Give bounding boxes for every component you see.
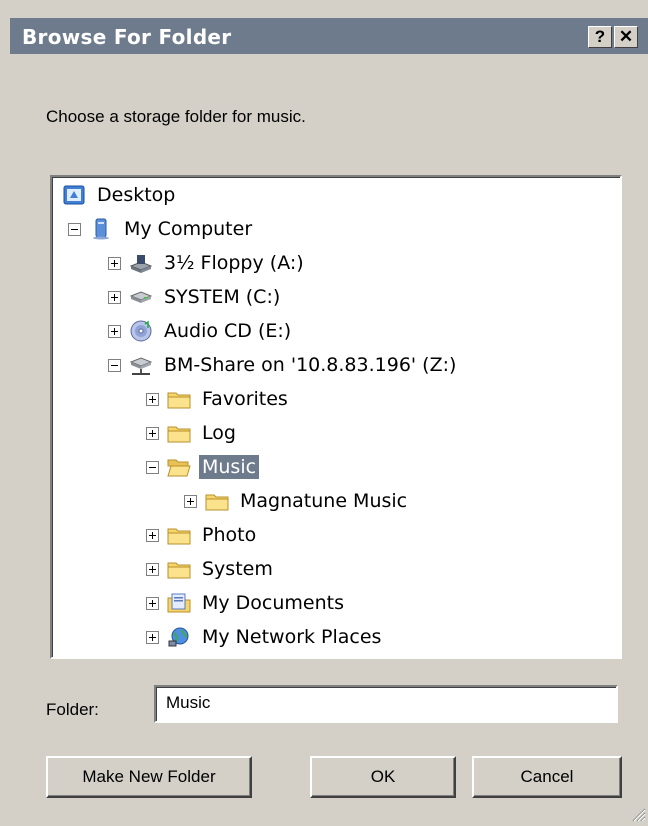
tree-item-desktop[interactable]: Desktop [62,181,178,209]
tree-item-system-drive[interactable]: SYSTEM (C:) [108,283,283,311]
folder-icon [167,388,191,410]
expand-toggle[interactable] [108,256,121,270]
tree-item-log[interactable]: Log [146,419,239,447]
floppy-drive-icon [129,252,153,274]
tree-item-photo[interactable]: Photo [146,521,259,549]
tree-item-label: My Documents [202,592,345,614]
tree-item-label: Music [199,455,260,479]
hard-drive-icon [129,286,153,308]
tree-item-label: Audio CD (E:) [164,320,292,342]
tree-item-label: My Computer [124,218,253,240]
expand-toggle[interactable] [108,290,121,304]
tree-item-label: Desktop [97,184,176,206]
tree-item-network-share[interactable]: BM-Share on '10.8.83.196' (Z:) [108,351,459,379]
tree-item-label: 3½ Floppy (A:) [164,252,304,274]
tree-item-label: Photo [202,524,257,546]
folder-tree[interactable]: Desktop My Computer 3½ Floppy (A:) SYSTE… [50,175,622,659]
tree-item-my-network-places[interactable]: My Network Places [146,623,384,651]
folder-name-input[interactable]: Music [154,685,618,723]
network-places-icon [167,626,191,648]
tree-item-magnatune-music[interactable]: Magnatune Music [184,487,410,515]
window-title: Browse For Folder [22,25,232,49]
instruction-text: Choose a storage folder for music. [46,107,306,126]
expand-toggle[interactable] [108,324,121,338]
tree-item-music[interactable]: Music [146,453,260,481]
close-button[interactable]: ✕ [614,26,638,48]
tree-item-system[interactable]: System [146,555,276,583]
folder-field-label: Folder: [46,700,99,719]
expand-toggle[interactable] [146,528,159,542]
tree-item-label: Log [202,422,236,444]
cancel-button[interactable]: Cancel [472,756,622,798]
expand-toggle[interactable] [146,426,159,440]
title-bar[interactable]: Browse For Folder ? ✕ [10,18,648,54]
network-drive-icon [129,354,153,376]
ok-button[interactable]: OK [310,756,456,798]
expand-toggle[interactable] [146,562,159,576]
folder-icon [205,490,229,512]
collapse-toggle[interactable] [68,222,81,236]
tree-item-favorites[interactable]: Favorites [146,385,291,413]
tree-item-label: My Network Places [202,626,382,648]
resize-grip-icon[interactable] [630,806,646,822]
documents-icon [167,592,191,614]
tree-item-floppy[interactable]: 3½ Floppy (A:) [108,249,307,277]
browse-for-folder-dialog: Browse For Folder ? ✕ Choose a storage f… [0,0,648,824]
expand-toggle[interactable] [146,392,159,406]
make-new-folder-button[interactable]: Make New Folder [46,756,252,798]
tree-item-label: System [202,558,273,580]
folder-icon [167,422,191,444]
tree-item-audio-cd[interactable]: Audio CD (E:) [108,317,294,345]
expand-toggle[interactable] [184,494,197,508]
tree-item-my-documents[interactable]: My Documents [146,589,347,617]
expand-toggle[interactable] [146,630,159,644]
help-button[interactable]: ? [588,26,612,48]
collapse-toggle[interactable] [108,358,121,372]
desktop-icon [62,184,86,206]
expand-toggle[interactable] [146,596,159,610]
tree-item-label: Magnatune Music [240,490,408,512]
open-folder-icon [167,456,191,478]
folder-icon [167,524,191,546]
tree-item-my-computer[interactable]: My Computer [68,215,255,243]
collapse-toggle[interactable] [146,460,159,474]
tree-item-label: Favorites [202,388,288,410]
computer-icon [89,218,113,240]
folder-icon [167,558,191,580]
cd-drive-icon [129,320,153,342]
tree-item-label: BM-Share on '10.8.83.196' (Z:) [164,354,457,376]
tree-item-label: SYSTEM (C:) [164,286,281,308]
